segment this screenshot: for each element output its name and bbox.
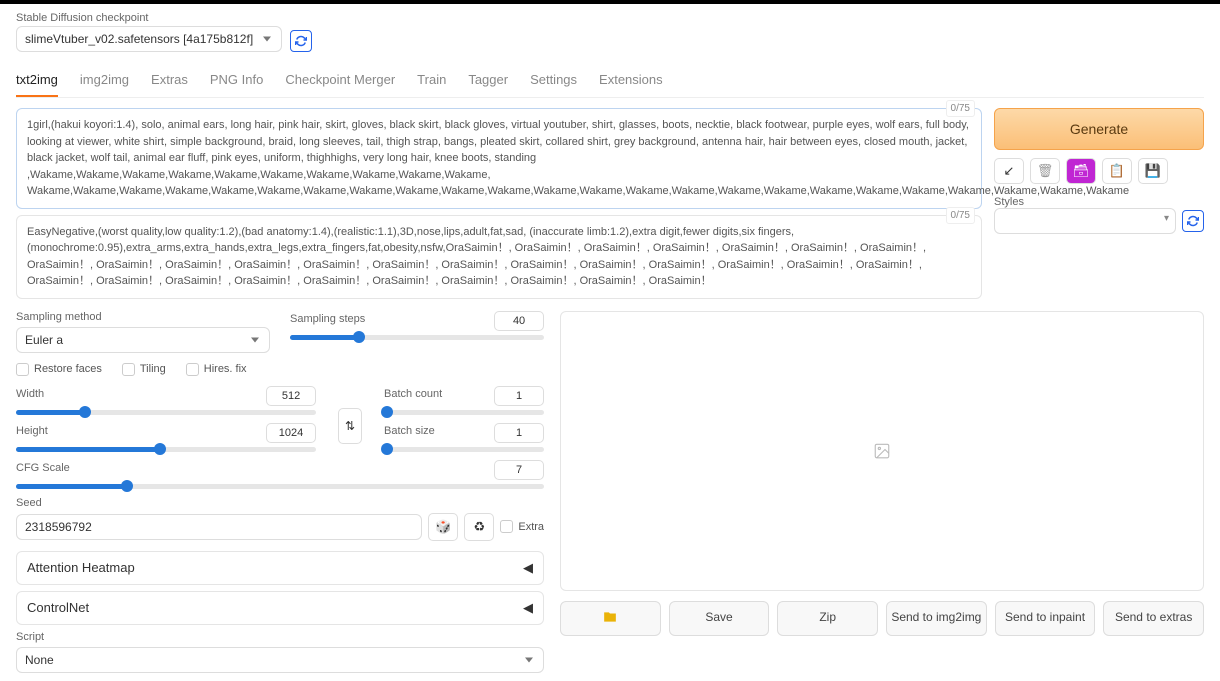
tab-extras[interactable]: Extras [151,64,188,97]
sampling-steps-slider[interactable] [290,335,544,340]
extra-networks-icon[interactable]: 🗃 [1066,158,1096,184]
tab-img2img[interactable]: img2img [80,64,129,97]
output-gallery [560,311,1204,591]
batch-size-slider[interactable] [384,447,544,452]
tab-pnginfo[interactable]: PNG Info [210,64,263,97]
height-slider[interactable] [16,447,316,452]
read-icon[interactable]: 📋 [1102,158,1132,184]
height-value[interactable]: 1024 [266,423,316,443]
sampling-steps-value[interactable]: 40 [494,311,544,331]
seed-label: Seed [16,497,544,509]
cfg-slider[interactable] [16,484,544,489]
checkpoint-row: Stable Diffusion checkpoint slimeVtuber_… [16,12,1204,52]
sampling-method-label: Sampling method [16,311,270,323]
random-seed-button[interactable]: 🎲 [428,513,458,541]
chevron-left-icon: ◀ [523,560,533,576]
swap-dimensions-button[interactable]: ⇅ [338,408,362,444]
neg-prompt-counter: 0/75 [946,207,975,224]
batch-size-value[interactable]: 1 [494,423,544,443]
send-extras-button[interactable]: Send to extras [1103,601,1204,636]
controlnet-accordion[interactable]: ControlNet◀ [16,591,544,625]
script-select[interactable]: None [16,647,544,673]
restore-faces-checkbox[interactable]: Restore faces [16,363,102,376]
width-slider[interactable] [16,410,316,415]
paste-icon[interactable]: ↙ [994,158,1024,184]
batch-count-label: Batch count [384,388,442,400]
tiling-checkbox[interactable]: Tiling [122,363,166,376]
prompt-textarea[interactable]: 0/75 1girl,(hakui koyori:1.4), solo, ani… [16,108,982,209]
reuse-seed-button[interactable]: ♻ [464,513,494,541]
hires-fix-checkbox[interactable]: Hires. fix [186,363,247,376]
cfg-value[interactable]: 7 [494,460,544,480]
styles-select[interactable] [994,208,1176,234]
send-inpaint-button[interactable]: Send to inpaint [995,601,1096,636]
save-button[interactable]: Save [669,601,770,636]
styles-label: Styles [994,196,1024,208]
tab-txt2img[interactable]: txt2img [16,64,58,97]
tabs: txt2img img2img Extras PNG Info Checkpoi… [16,64,1204,98]
prompt-counter: 0/75 [946,100,975,117]
save-style-icon[interactable]: 💾 [1138,158,1168,184]
sampling-steps-label: Sampling steps [290,313,365,325]
clear-icon[interactable]: 🗑 [1030,158,1060,184]
open-folder-button[interactable] [560,601,661,636]
chevron-left-icon: ◀ [523,600,533,616]
sampling-method-select[interactable]: Euler a [16,327,270,353]
script-label: Script [16,631,544,643]
checkpoint-label: Stable Diffusion checkpoint [16,12,282,24]
tab-settings[interactable]: Settings [530,64,577,97]
extra-seed-checkbox[interactable]: Extra [500,520,544,533]
tab-tagger[interactable]: Tagger [468,64,508,97]
batch-count-slider[interactable] [384,410,544,415]
tab-train[interactable]: Train [417,64,446,97]
seed-input[interactable]: 2318596792 [16,514,422,540]
batch-count-value[interactable]: 1 [494,386,544,406]
batch-size-label: Batch size [384,425,435,437]
generate-button[interactable]: Generate [994,108,1204,150]
image-placeholder-icon [873,442,891,460]
send-img2img-button[interactable]: Send to img2img [886,601,987,636]
styles-refresh-icon[interactable] [1182,210,1204,232]
attention-heatmap-accordion[interactable]: Attention Heatmap◀ [16,551,544,585]
negative-prompt-textarea[interactable]: 0/75 EasyNegative,(worst quality,low qua… [16,215,982,299]
checkpoint-select[interactable]: slimeVtuber_v02.safetensors [4a175b812f] [16,26,282,52]
height-label: Height [16,425,48,437]
folder-icon [602,610,618,624]
tab-extensions[interactable]: Extensions [599,64,663,97]
width-value[interactable]: 512 [266,386,316,406]
zip-button[interactable]: Zip [777,601,878,636]
refresh-icon[interactable] [290,30,312,52]
width-label: Width [16,388,44,400]
cfg-label: CFG Scale [16,462,70,474]
tab-merger[interactable]: Checkpoint Merger [285,64,395,97]
